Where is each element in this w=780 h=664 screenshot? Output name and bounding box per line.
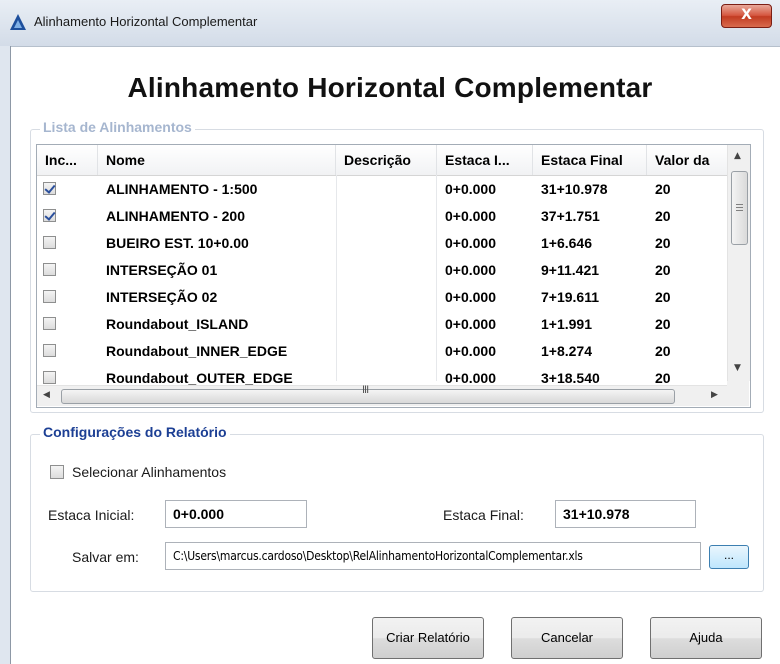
table-row[interactable]: BUEIRO EST. 10+0.00 0+0.000 1+6.646 20 [37,230,727,257]
row-descricao [336,230,437,257]
estaca-inicial-label: Estaca Inicial: [48,507,135,523]
vertical-scroll-thumb[interactable] [731,171,748,245]
salvar-em-label: Salvar em: [72,549,139,565]
row-estaca-final: 37+1.751 [541,208,600,224]
page-title: Alinhamento Horizontal Complementar [127,72,653,103]
alignment-grid: Inc... Nome Descrição Estaca I... Estaca… [36,144,751,408]
row-estaca-final: 31+10.978 [541,181,608,197]
row-nome: Roundabout_INNER_EDGE [106,343,288,359]
row-include-checkbox[interactable] [43,236,56,249]
row-estaca-final: 9+11.421 [541,262,600,278]
row-estaca-inicial: 0+0.000 [445,235,496,251]
row-nome: INTERSEÇÃO 01 [106,262,218,278]
row-include-checkbox[interactable] [43,371,56,384]
row-nome: ALINHAMENTO - 1:500 [106,181,258,197]
window-border [10,46,11,664]
table-row[interactable]: INTERSEÇÃO 01 0+0.000 9+11.421 20 [37,257,727,284]
row-descricao [336,338,437,365]
column-header-nome[interactable]: Nome [98,145,336,175]
select-alignments-checkbox[interactable] [50,465,64,479]
select-alignments-label[interactable]: Selecionar Alinhamentos [72,464,226,480]
row-include-checkbox[interactable] [43,317,56,330]
save-path-field[interactable]: C:\Users\marcus.cardoso\Desktop\RelAlinh… [165,542,701,570]
row-estaca-inicial: 0+0.000 [445,289,496,305]
row-descricao [336,176,437,203]
scroll-up-icon[interactable]: ▲ [734,151,741,161]
grip-line [736,207,743,208]
horizontal-scrollbar[interactable]: ◀ III ▶ [37,384,727,406]
window-title: Alinhamento Horizontal Complementar [34,14,258,29]
row-nome: ALINHAMENTO - 200 [106,208,245,224]
cancel-button[interactable]: Cancelar [511,617,623,659]
grip-line [736,210,743,211]
row-estaca-inicial: 0+0.000 [445,208,496,224]
row-nome: INTERSEÇÃO 02 [106,289,218,305]
window-title-bar[interactable]: Alinhamento Horizontal Complementar X [0,0,780,47]
create-report-button[interactable]: Criar Relatório [372,617,484,659]
help-button[interactable]: Ajuda [650,617,762,659]
row-estaca-inicial: 0+0.000 [445,262,496,278]
row-estaca-inicial: 0+0.000 [445,181,496,197]
row-include-checkbox[interactable] [43,209,56,222]
row-estaca-final: 1+8.274 [541,343,592,359]
row-nome: BUEIRO EST. 10+0.00 [106,235,249,251]
row-estaca-final: 7+19.611 [541,289,600,305]
estaca-final-label: Estaca Final: [443,507,524,523]
row-descricao [336,284,437,311]
grip-icon: III [362,384,369,396]
window-frame [0,46,10,664]
column-header-include[interactable]: Inc... [37,145,98,175]
horizontal-scroll-thumb[interactable]: III [61,384,675,404]
row-descricao [336,311,437,338]
row-valor: 20 [655,289,671,305]
row-valor: 20 [655,235,671,251]
row-include-checkbox[interactable] [43,344,56,357]
scroll-right-icon[interactable]: ▶ [711,390,718,400]
table-row[interactable]: INTERSEÇÃO 02 0+0.000 7+19.611 20 [37,284,727,311]
table-row[interactable]: ALINHAMENTO - 200 0+0.000 37+1.751 20 [37,203,727,230]
table-row[interactable]: Roundabout_INNER_EDGE 0+0.000 1+8.274 20 [37,338,727,365]
app-logo-icon [10,14,26,30]
column-header-estaca-final[interactable]: Estaca Final [533,145,647,175]
row-valor: 20 [655,262,671,278]
row-include-checkbox[interactable] [43,263,56,276]
row-estaca-inicial: 0+0.000 [445,343,496,359]
alignment-list-legend: Lista de Alinhamentos [40,119,195,135]
report-settings-legend: Configurações do Relatório [40,424,230,440]
column-header-descricao[interactable]: Descrição [336,145,437,175]
table-row[interactable]: Roundabout_ISLAND 0+0.000 1+1.991 20 [37,311,727,338]
column-header-estaca-inicial[interactable]: Estaca I... [437,145,533,175]
row-include-checkbox[interactable] [43,290,56,303]
row-estaca-final: 1+1.991 [541,316,592,332]
row-estaca-inicial: 0+0.000 [445,316,496,332]
scroll-down-icon[interactable]: ▼ [734,363,741,373]
browse-button[interactable]: ... [709,545,749,569]
close-button[interactable]: X [721,4,772,28]
row-nome: Roundabout_ISLAND [106,316,249,332]
row-valor: 20 [655,316,671,332]
row-estaca-final: 1+6.646 [541,235,592,251]
estaca-final-field[interactable]: 31+10.978 [555,500,696,528]
row-valor: 20 [655,208,671,224]
row-valor: 20 [655,343,671,359]
row-descricao [336,203,437,230]
scrollbar-corner [727,381,749,406]
grip-line [736,204,743,205]
row-valor: 20 [655,181,671,197]
table-row[interactable]: ALINHAMENTO - 1:500 0+0.000 31+10.978 20 [37,176,727,203]
column-header-valor[interactable]: Valor da [647,145,727,175]
row-descricao [336,257,437,284]
grid-header: Inc... Nome Descrição Estaca I... Estaca… [37,145,727,176]
scroll-left-icon[interactable]: ◀ [43,390,50,400]
estaca-inicial-field[interactable]: 0+0.000 [165,500,307,528]
vertical-scrollbar[interactable]: ▲ ▼ [727,145,750,381]
row-include-checkbox[interactable] [43,182,56,195]
